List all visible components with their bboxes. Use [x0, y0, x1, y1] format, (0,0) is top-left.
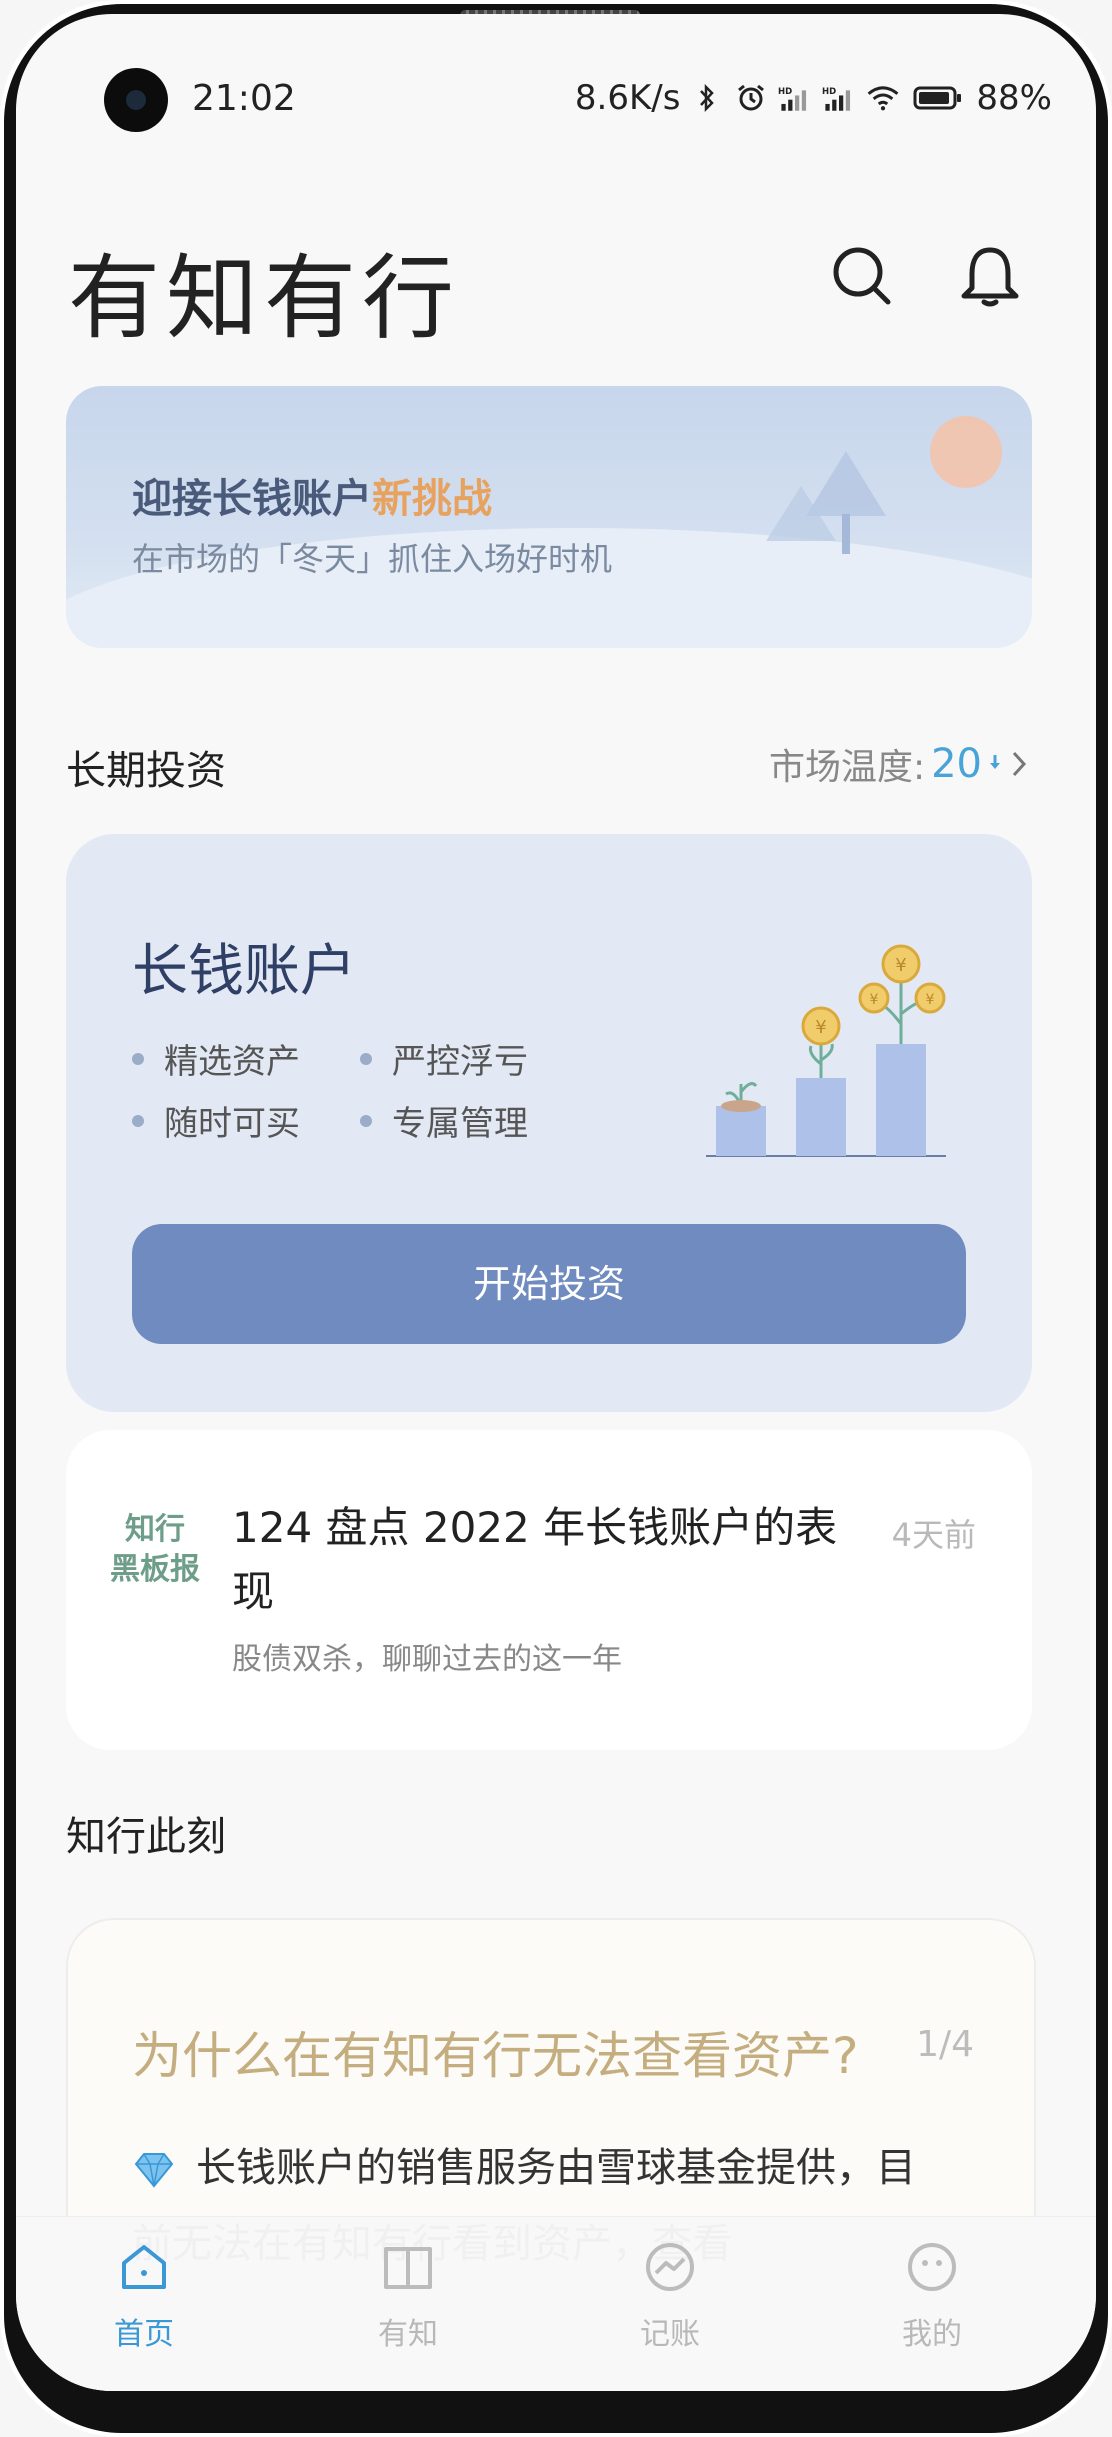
signal-icon: HD: [822, 87, 851, 111]
promo-banner[interactable]: 迎接长钱账户新挑战 在市场的「冬天」抓住入场好时机: [66, 386, 1032, 648]
network-speed: 8.6K/s: [574, 78, 681, 118]
tab-profile[interactable]: 我的: [852, 2239, 1012, 2353]
svg-text:¥: ¥: [870, 992, 879, 1008]
section-title-long-term: 长期投资: [66, 748, 226, 794]
chevron-right-icon: [1012, 751, 1027, 777]
svg-text:HD: HD: [778, 87, 792, 97]
tab-label: 有知: [378, 2317, 438, 2352]
alarm-icon: [738, 84, 765, 111]
page-title: 有知有行: [68, 245, 461, 352]
svg-text:HD: HD: [822, 87, 836, 97]
article-subtitle: 股债双杀，聊聊过去的这一年: [232, 1642, 622, 1677]
screen: 21:02 8.6K/s HD HD 88% 有知有行 迎接长钱账户新挑战 在市…: [16, 14, 1096, 2391]
article-tag-line: 知行: [125, 1512, 185, 1547]
battery-level: 88%: [976, 78, 1052, 118]
tab-bookkeeping[interactable]: 记账: [590, 2239, 750, 2353]
tab-home[interactable]: 首页: [64, 2239, 224, 2353]
banner-title-accent: 新挑战: [372, 476, 492, 522]
tab-label: 记账: [640, 2317, 700, 2352]
moment-page-indicator: 1/4: [916, 2024, 974, 2065]
chart-icon: [646, 2243, 694, 2291]
bullet: [360, 1114, 372, 1127]
bell-icon[interactable]: [958, 244, 1022, 308]
tab-label: 首页: [114, 2317, 174, 2352]
article-time: 4天前: [891, 1516, 976, 1554]
feature-label: 严控浮亏: [392, 1042, 528, 1082]
bullet: [360, 1052, 372, 1065]
diamond-icon: [134, 2153, 174, 2188]
bullet: [132, 1114, 144, 1127]
tree-decoration: [766, 451, 886, 554]
status-right: 8.6K/s HD HD 88%: [575, 78, 1052, 118]
down-arrow-icon: [990, 755, 1000, 769]
face-icon: [908, 2243, 956, 2291]
temperature-value: 20: [931, 741, 982, 787]
bluetooth-icon: [700, 83, 715, 113]
status-bar: 21:02 8.6K/s HD HD 88%: [16, 14, 1096, 132]
search-icon[interactable]: [830, 244, 894, 308]
article-tag-line: 黑板报: [110, 1552, 200, 1587]
growth-illustration: ¥ ¥ ¥ ¥: [706, 944, 946, 1157]
section-title-moment: 知行此刻: [66, 1814, 226, 1860]
feature-item: 随时可买: [132, 1096, 300, 1145]
banner-title-main: 迎接长钱账户: [132, 476, 372, 522]
article-card[interactable]: 知行 黑板报 124 盘点 2022 年长钱账户的表现 股债双杀，聊聊过去的这一…: [66, 1430, 1032, 1750]
feature-item: 严控浮亏: [360, 1034, 528, 1083]
banner-title: 迎接长钱账户新挑战: [132, 466, 492, 524]
front-camera: [104, 68, 168, 132]
account-card[interactable]: 长钱账户 精选资产 严控浮亏 随时可买 专属管理 ¥ ¥ ¥ ¥ 开始投资: [66, 834, 1032, 1412]
article-title: 124 盘点 2022 年长钱账户的表现: [232, 1503, 838, 1616]
article-tag: 知行 黑板报: [110, 1510, 200, 1590]
moment-question: 为什么在有知有行无法查看资产?: [132, 2027, 859, 2085]
tab-knowledge[interactable]: 有知: [328, 2239, 488, 2353]
feature-label: 随时可买: [164, 1104, 300, 1144]
feature-item: 专属管理: [360, 1096, 528, 1145]
start-investing-button[interactable]: 开始投资: [132, 1224, 966, 1344]
feature-label: 精选资产: [164, 1042, 300, 1082]
feature-item: 精选资产: [132, 1034, 300, 1083]
status-time: 21:02: [192, 78, 296, 119]
tab-label: 我的: [902, 2317, 962, 2352]
book-icon: [384, 2247, 432, 2289]
feature-label: 专属管理: [392, 1104, 528, 1144]
svg-text:¥: ¥: [926, 992, 935, 1008]
sun-decoration: [930, 416, 1002, 488]
account-title: 长钱账户: [132, 939, 356, 1004]
svg-text:¥: ¥: [895, 955, 906, 976]
temperature-label: 市场温度:: [768, 747, 926, 788]
wifi-icon: [868, 86, 899, 111]
svg-text:¥: ¥: [815, 1017, 826, 1038]
battery-icon: [913, 86, 962, 110]
home-icon: [122, 2245, 166, 2289]
bottom-tab-bar: 首页 有知 记账 我的: [16, 2216, 1096, 2391]
bullet: [132, 1052, 144, 1065]
market-temperature[interactable]: 市场温度: 20: [769, 738, 1030, 790]
signal-icon: HD: [778, 87, 807, 111]
device-frame: 21:02 8.6K/s HD HD 88% 有知有行 迎接长钱账户新挑战 在市…: [0, 0, 1112, 2437]
banner-subtitle: 在市场的「冬天」抓住入场好时机: [132, 540, 613, 578]
